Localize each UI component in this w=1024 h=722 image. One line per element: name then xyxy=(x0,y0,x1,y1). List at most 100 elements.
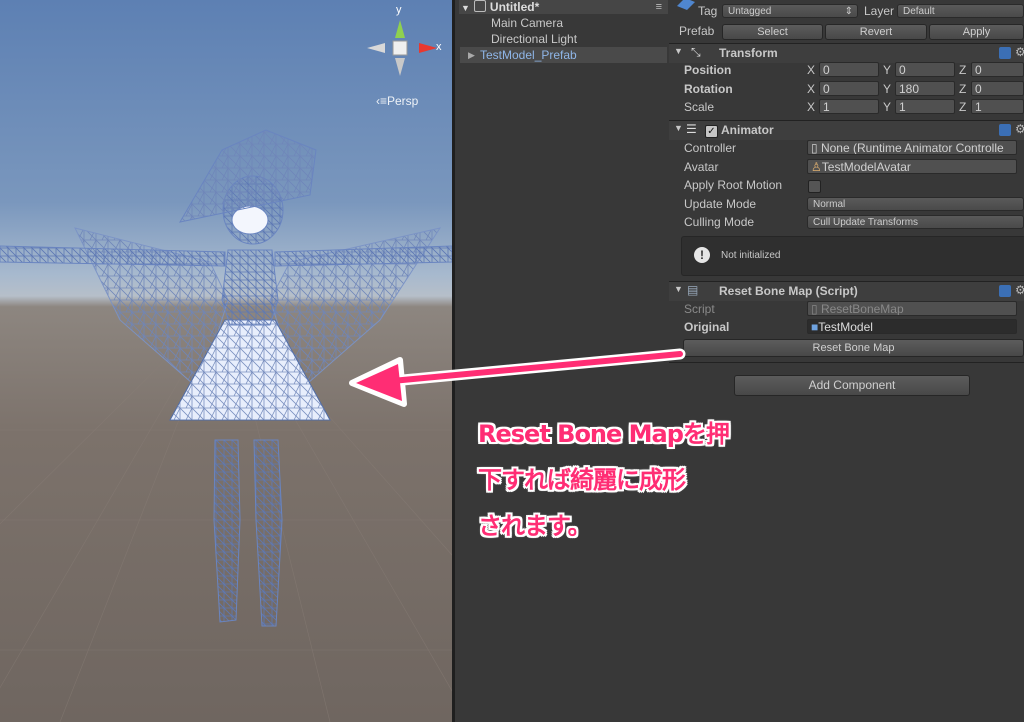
scene-name: Untitled* xyxy=(489,0,540,14)
scene-view[interactable]: y x ‹≡Persp xyxy=(0,0,452,722)
help-icon[interactable] xyxy=(999,47,1011,59)
animator-header[interactable]: ▼ ☰ ✓ Animator ⚙ xyxy=(669,120,1024,140)
position-y-field[interactable]: 0 xyxy=(895,62,955,77)
axis-y-label: Y xyxy=(883,100,892,114)
foldout-arrow-icon[interactable]: ▼ xyxy=(674,284,683,294)
rotation-x-field[interactable]: 0 xyxy=(819,81,879,96)
gameobject-icon xyxy=(677,0,695,10)
script-file-icon: ▯ xyxy=(811,302,821,316)
transform-title: Transform xyxy=(719,46,778,60)
animator-icon: ☰ xyxy=(686,122,697,136)
character-wireframe[interactable] xyxy=(0,129,452,627)
hierarchy-item-main-camera[interactable]: Main Camera xyxy=(491,15,563,31)
axis-y-label: Y xyxy=(883,63,892,77)
projection-label: Persp xyxy=(387,94,419,108)
persp-icon: ‹≡ xyxy=(376,94,387,108)
scale-y-field[interactable]: 1 xyxy=(895,99,955,114)
layer-label: Layer xyxy=(864,4,895,18)
inspector-panel: Tag Untagged ⇕ Layer Default Prefab Selec… xyxy=(669,0,1024,722)
avatar-label: Avatar xyxy=(684,160,719,174)
axis-x-label: X xyxy=(807,100,816,114)
layer-dropdown[interactable]: Default xyxy=(897,4,1024,18)
info-icon: ! xyxy=(694,247,710,263)
scene-canvas[interactable] xyxy=(0,0,452,722)
reset-bone-map-button[interactable]: Reset Bone Map xyxy=(683,339,1024,357)
avatar-field[interactable]: ♙TestModelAvatar xyxy=(807,159,1017,174)
avatar-icon: ♙ xyxy=(811,160,822,174)
scene-header[interactable]: ▼ Untitled* ≡ xyxy=(459,0,668,14)
rotation-z-field[interactable]: 0 xyxy=(971,81,1024,96)
tag-label: Tag xyxy=(698,4,718,18)
axis-x-label: X xyxy=(807,63,816,77)
animator-title: Animator xyxy=(721,123,774,137)
collapse-triangle-icon[interactable]: ▼ xyxy=(461,1,470,15)
prefab-apply-button[interactable]: Apply xyxy=(929,24,1024,40)
controller-field[interactable]: ▯ None (Runtime Animator Controlle xyxy=(807,140,1017,155)
script-value: ResetBoneMap xyxy=(820,302,904,316)
axis-x-label: X xyxy=(807,82,816,96)
updown-icon: ⇕ xyxy=(844,6,853,17)
prefab-select-button[interactable]: Select xyxy=(722,24,823,40)
gizmo-y-label: y xyxy=(396,4,402,16)
scene-gizmo-icon[interactable] xyxy=(365,12,445,82)
animator-status-text: Not initialized xyxy=(721,250,781,261)
axis-z-label: Z xyxy=(959,63,967,77)
gear-icon[interactable]: ⚙ xyxy=(1015,45,1024,59)
layer-value: Default xyxy=(903,6,935,17)
rotation-label: Rotation xyxy=(684,82,733,96)
apply-root-motion-checkbox[interactable] xyxy=(808,180,821,193)
scale-z-field[interactable]: 1 xyxy=(971,99,1024,114)
axis-z-label: Z xyxy=(959,100,967,114)
expand-arrow-icon[interactable]: ▶ xyxy=(468,47,475,63)
script-icon: ▤ xyxy=(687,283,699,297)
reset-bone-map-title: Reset Bone Map (Script) xyxy=(719,284,858,298)
tag-value: Untagged xyxy=(728,6,772,17)
prefab-label: Prefab xyxy=(679,24,715,38)
hierarchy-item-testmodel-prefab[interactable]: ▶ TestModel_Prefab xyxy=(460,47,667,63)
reset-bone-map-header[interactable]: ▼ ▤ Reset Bone Map (Script) ⚙ xyxy=(669,281,1024,301)
culling-mode-dropdown[interactable]: Cull Update Transforms xyxy=(807,215,1024,229)
annotation-line-3: されます。 xyxy=(478,512,592,540)
gear-icon[interactable]: ⚙ xyxy=(1015,122,1024,136)
script-label: Script xyxy=(684,302,715,316)
controller-value: None (Runtime Animator Controlle xyxy=(820,141,1004,155)
update-mode-dropdown[interactable]: Normal xyxy=(807,197,1024,211)
prefab-revert-button[interactable]: Revert xyxy=(825,24,927,40)
hierarchy-item-directional-light[interactable]: Directional Light xyxy=(491,31,577,47)
divider xyxy=(669,362,1024,363)
animator-status-box: ! Not initialized xyxy=(681,236,1024,276)
help-icon[interactable] xyxy=(999,124,1011,136)
update-mode-label: Update Mode xyxy=(684,197,757,211)
tag-dropdown[interactable]: Untagged ⇕ xyxy=(722,4,858,18)
document-icon: ▯ xyxy=(811,141,821,155)
annotation-line-2: 下すれば綺麗に成形 xyxy=(478,466,686,494)
animator-enabled-checkbox[interactable]: ✓ xyxy=(705,125,718,138)
controller-label: Controller xyxy=(684,141,737,155)
hierarchy-panel: ▼ Untitled* ≡ Main Camera Directional Lig… xyxy=(452,0,672,722)
add-component-button[interactable]: Add Component xyxy=(734,375,970,396)
position-z-field[interactable]: 0 xyxy=(971,62,1024,77)
annotation-line-1: Reset Bone Mapを押 xyxy=(478,420,730,448)
foldout-arrow-icon[interactable]: ▼ xyxy=(674,46,683,56)
original-value: TestModel xyxy=(818,320,873,334)
transform-header[interactable]: ▼ ⤡ Transform ⚙ xyxy=(669,43,1024,63)
position-label: Position xyxy=(684,63,732,77)
scale-x-field[interactable]: 1 xyxy=(819,99,879,114)
unity-scene-icon xyxy=(473,0,486,12)
rotation-y-field[interactable]: 180 xyxy=(895,81,955,96)
help-icon[interactable] xyxy=(999,285,1011,297)
apply-root-motion-label: Apply Root Motion xyxy=(684,178,783,192)
foldout-arrow-icon[interactable]: ▼ xyxy=(674,123,683,133)
projection-toggle[interactable]: ‹≡Persp xyxy=(376,94,418,108)
hierarchy-item-label: TestModel_Prefab xyxy=(480,48,577,62)
gear-icon[interactable]: ⚙ xyxy=(1015,283,1024,297)
gizmo-x-label: x xyxy=(436,41,442,53)
original-label: Original xyxy=(684,320,730,334)
scale-label: Scale xyxy=(684,100,715,114)
original-field[interactable]: ■TestModel xyxy=(807,319,1017,334)
position-x-field[interactable]: 0 xyxy=(819,62,879,77)
hierarchy-menu-icon[interactable]: ≡ xyxy=(656,0,662,14)
axis-z-label: Z xyxy=(959,82,967,96)
avatar-value: TestModelAvatar xyxy=(821,160,911,174)
culling-mode-label: Culling Mode xyxy=(684,215,755,229)
